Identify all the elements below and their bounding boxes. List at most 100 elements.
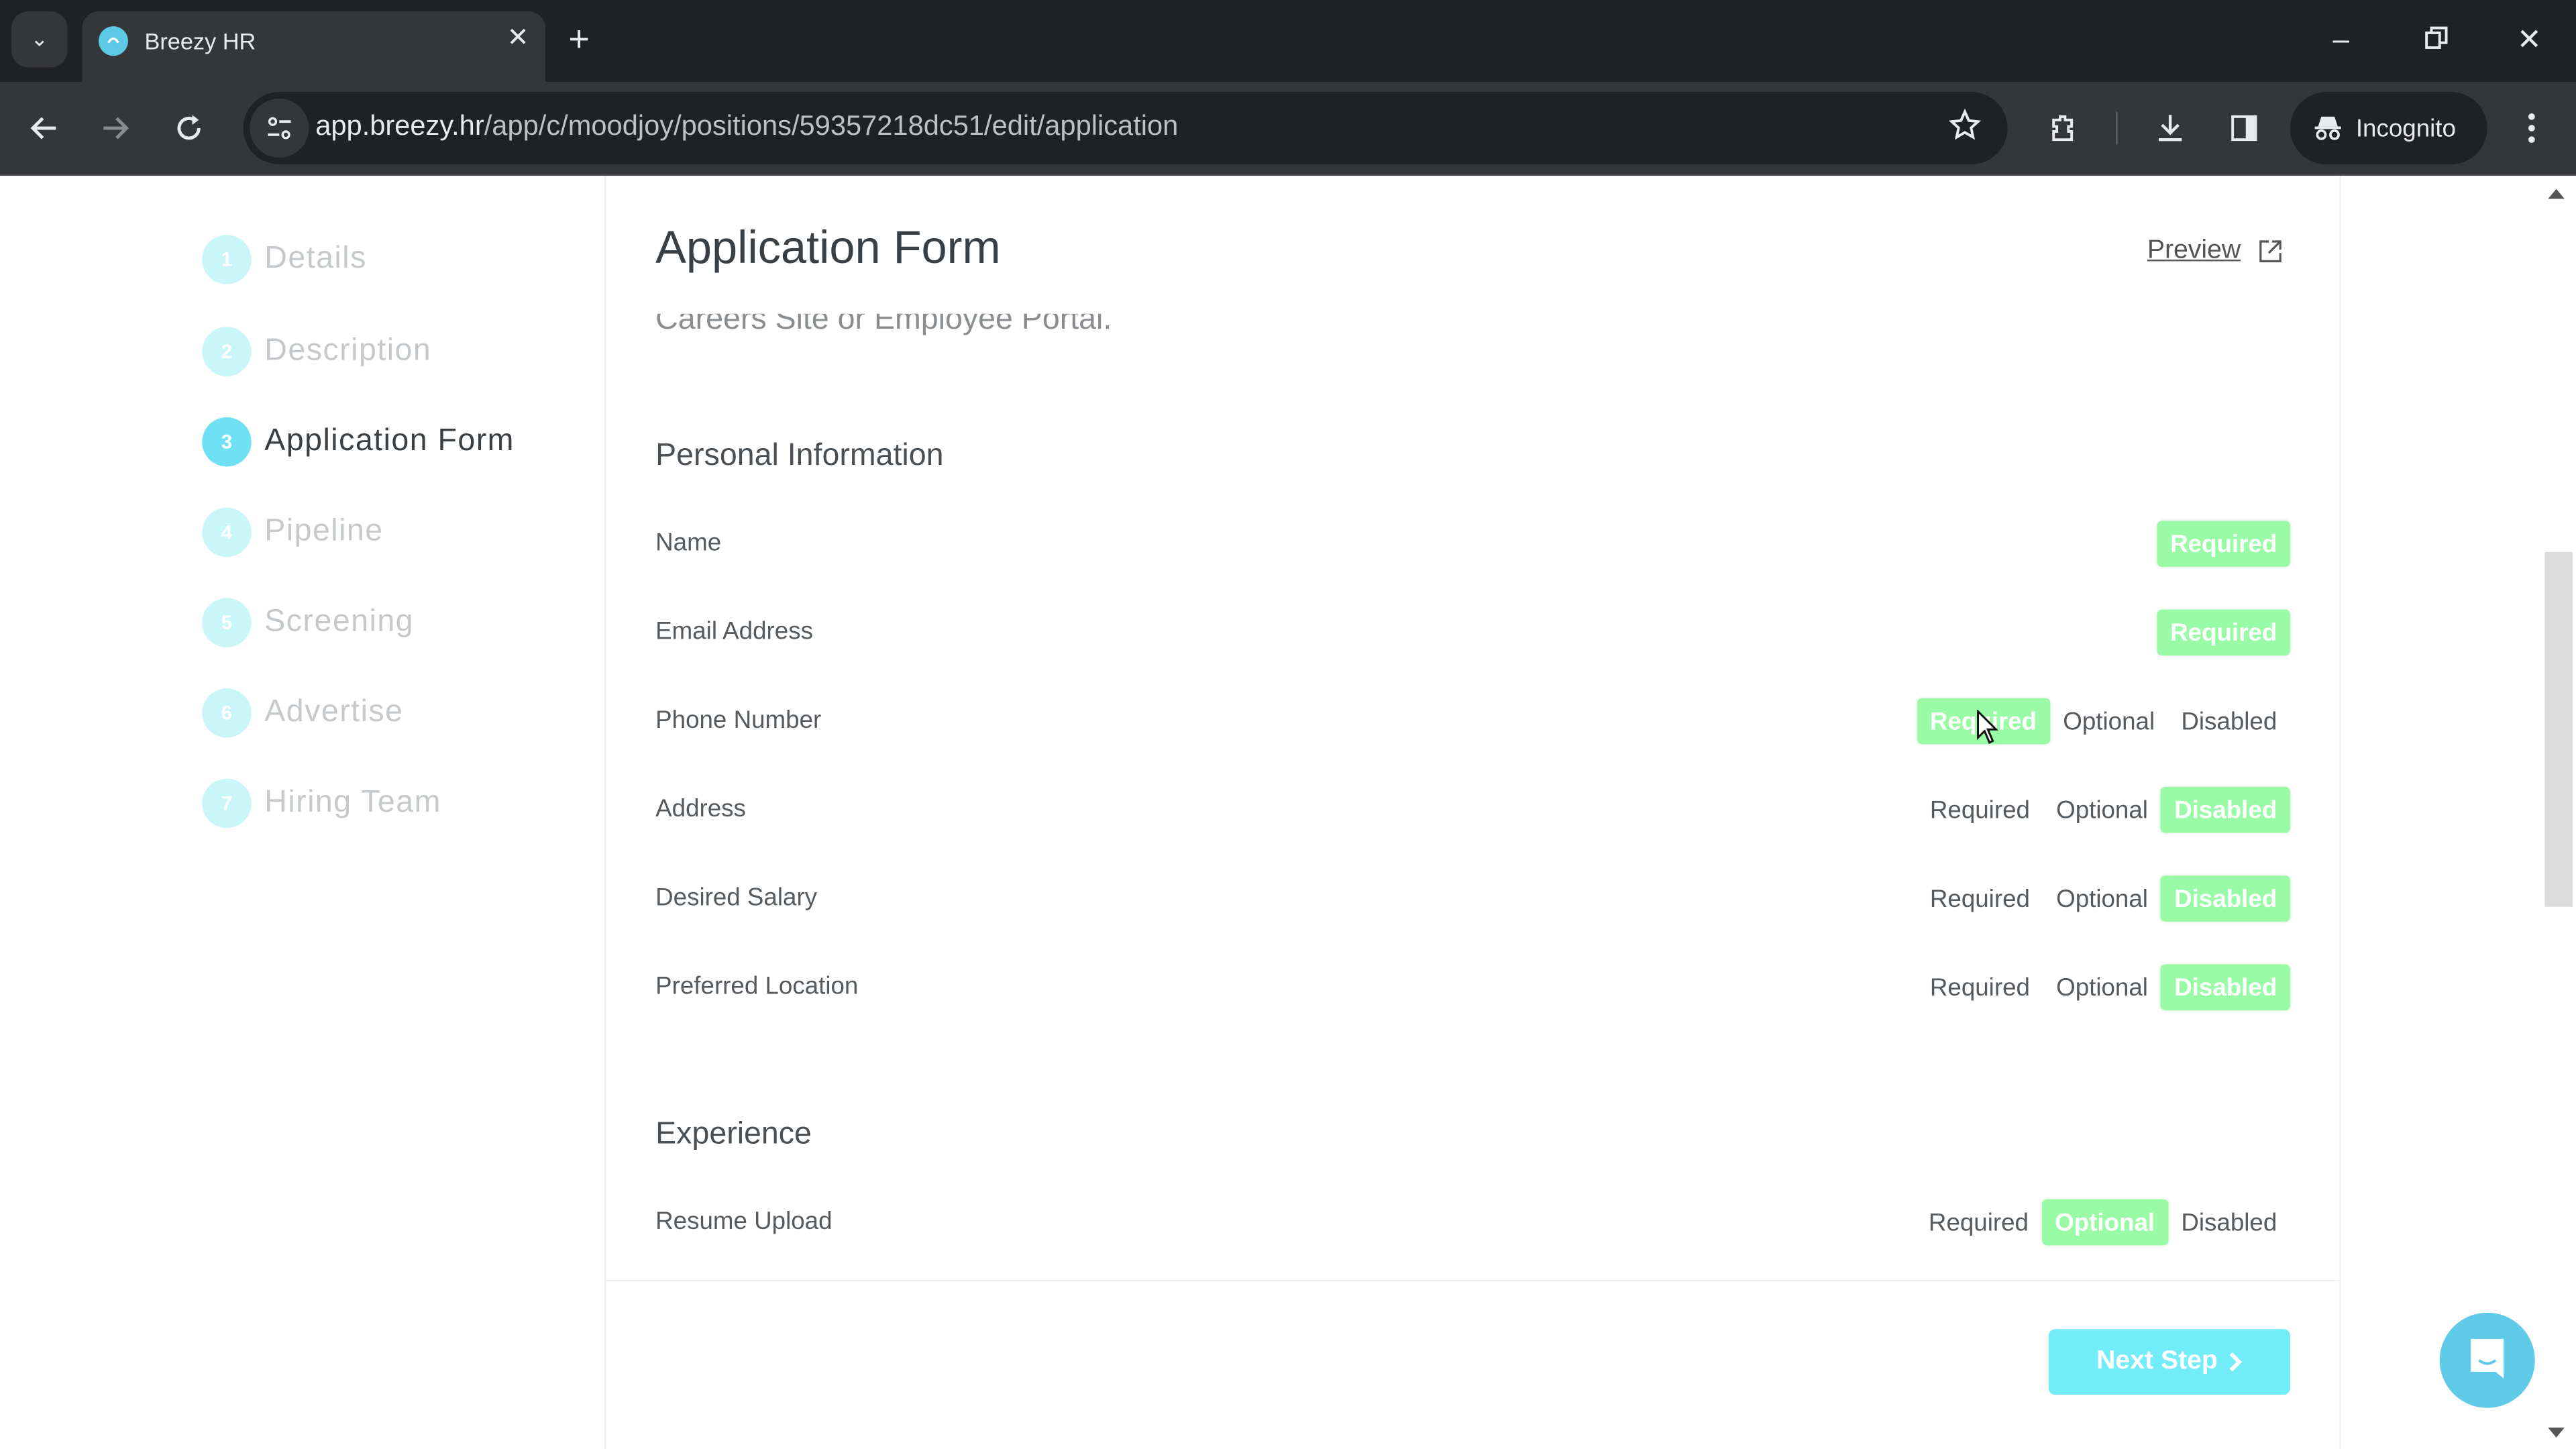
step-label: Application Form bbox=[264, 423, 515, 459]
sidebar-divider bbox=[604, 176, 606, 1449]
step-pipeline[interactable]: 4 Pipeline bbox=[202, 507, 384, 557]
toolbar-separator bbox=[2116, 111, 2118, 145]
incognito-profile-button[interactable]: Incognito bbox=[2290, 92, 2487, 164]
site-settings-icon[interactable] bbox=[250, 98, 309, 158]
page-title: Application Form bbox=[655, 221, 1001, 273]
browser-menu-kebab-icon[interactable] bbox=[2509, 105, 2555, 152]
minimize-icon[interactable]: – bbox=[2333, 19, 2350, 59]
option-optional[interactable]: Optional bbox=[2043, 875, 2161, 922]
mouse-cursor-icon bbox=[1977, 709, 1999, 744]
field-row-preferred-location: Preferred Location Required Optional Dis… bbox=[655, 963, 2290, 1012]
preview-label: Preview bbox=[2147, 236, 2241, 265]
tab-title: Breezy HR bbox=[144, 28, 256, 54]
step-advertise[interactable]: 6 Advertise bbox=[202, 688, 404, 738]
option-toggle-group: Required Optional Disabled bbox=[1917, 874, 2290, 923]
step-label: Description bbox=[264, 333, 432, 368]
option-required[interactable]: Required bbox=[2157, 609, 2290, 656]
chat-support-button[interactable] bbox=[2439, 1312, 2535, 1408]
field-label: Email Address bbox=[655, 617, 813, 646]
screen: ⌄ Breezy HR ✕ + – ✕ app.breezy.hr/app/c/… bbox=[0, 0, 2576, 1449]
step-number-badge: 6 bbox=[202, 688, 252, 738]
step-label: Details bbox=[264, 241, 367, 276]
option-optional[interactable]: Optional bbox=[2043, 787, 2161, 833]
option-required[interactable]: Required bbox=[1917, 965, 2043, 1011]
scroll-down-arrow-icon[interactable] bbox=[2548, 1428, 2565, 1438]
field-row-name: Name Required bbox=[655, 519, 2290, 568]
field-label: Phone Number bbox=[655, 706, 822, 735]
option-required[interactable]: Required bbox=[1917, 787, 2043, 833]
step-number-badge: 2 bbox=[202, 327, 252, 376]
option-optional[interactable]: Optional bbox=[2050, 698, 2168, 745]
option-toggle-group: Required Optional Disabled bbox=[1917, 786, 2290, 835]
url-path: /app/c/moodjoy/positions/59357218dc51/ed… bbox=[484, 110, 1179, 142]
form-description-text: Careers Site or Employee Portal. bbox=[655, 313, 1112, 337]
step-label: Pipeline bbox=[264, 514, 384, 549]
close-window-icon[interactable]: ✕ bbox=[2517, 19, 2542, 59]
field-label: Address bbox=[655, 795, 746, 823]
step-number-badge: 4 bbox=[202, 507, 252, 557]
option-disabled[interactable]: Disabled bbox=[2168, 1199, 2290, 1246]
field-label: Resume Upload bbox=[655, 1208, 833, 1236]
option-required[interactable]: Required bbox=[1917, 875, 2043, 922]
forward-arrow-icon[interactable] bbox=[92, 105, 138, 152]
step-label: Advertise bbox=[264, 694, 404, 730]
option-disabled[interactable]: Disabled bbox=[2168, 698, 2290, 745]
field-row-email-address: Email Address Required bbox=[655, 608, 2290, 657]
chevron-right-icon bbox=[2229, 1352, 2242, 1372]
incognito-icon bbox=[2314, 116, 2341, 140]
back-arrow-icon[interactable] bbox=[21, 105, 68, 152]
restore-window-icon[interactable] bbox=[2425, 19, 2448, 59]
option-toggle-group: Required Optional Disabled bbox=[1917, 696, 2290, 745]
option-required[interactable]: Required bbox=[1915, 1199, 2041, 1246]
option-disabled[interactable]: Disabled bbox=[2161, 787, 2290, 833]
download-icon[interactable] bbox=[2147, 105, 2194, 152]
option-optional[interactable]: Optional bbox=[2041, 1199, 2168, 1246]
reload-icon[interactable] bbox=[166, 105, 212, 152]
field-label: Preferred Location bbox=[655, 972, 859, 1001]
scroll-up-arrow-icon[interactable] bbox=[2548, 189, 2565, 199]
step-screening[interactable]: 5 Screening bbox=[202, 598, 414, 647]
step-hiring-team[interactable]: 7 Hiring Team bbox=[202, 778, 441, 828]
external-link-icon bbox=[2259, 240, 2282, 262]
footer-divider bbox=[606, 1279, 2340, 1282]
chevron-down-icon: ⌄ bbox=[30, 26, 49, 51]
browser-toolbar: app.breezy.hr/app/c/moodjoy/positions/59… bbox=[0, 82, 2576, 176]
section-title-personal-information: Personal Information bbox=[655, 438, 944, 474]
extensions-icon[interactable] bbox=[2041, 105, 2087, 152]
step-number-badge: 3 bbox=[202, 417, 252, 467]
preview-link[interactable]: Preview bbox=[2147, 237, 2284, 266]
close-tab-icon[interactable]: ✕ bbox=[507, 23, 529, 56]
option-optional[interactable]: Optional bbox=[2043, 965, 2161, 1011]
option-toggle-group: Required bbox=[2157, 519, 2290, 568]
url-text[interactable]: app.breezy.hr/app/c/moodjoy/positions/59… bbox=[315, 110, 1178, 143]
option-disabled[interactable]: Disabled bbox=[2161, 875, 2290, 922]
browser-tab-bar: ⌄ Breezy HR ✕ + – ✕ bbox=[0, 0, 2576, 83]
step-description[interactable]: 2 Description bbox=[202, 327, 431, 376]
side-panel-icon[interactable] bbox=[2221, 105, 2267, 152]
field-label: Name bbox=[655, 529, 722, 557]
step-number-badge: 1 bbox=[202, 235, 252, 284]
address-bar[interactable]: app.breezy.hr/app/c/moodjoy/positions/59… bbox=[243, 92, 2008, 164]
option-toggle-group: Required bbox=[2157, 608, 2290, 657]
url-host: app.breezy.hr bbox=[315, 110, 484, 142]
bookmark-star-icon[interactable] bbox=[1948, 108, 1982, 150]
step-details[interactable]: 1 Details bbox=[202, 235, 367, 284]
tab-search-button[interactable]: ⌄ bbox=[11, 11, 68, 68]
content-right-border bbox=[2339, 176, 2341, 1449]
field-label: Desired Salary bbox=[655, 883, 818, 912]
option-toggle-group: Required Optional Disabled bbox=[1917, 963, 2290, 1012]
scrollbar-thumb[interactable] bbox=[2544, 551, 2573, 907]
step-label: Screening bbox=[264, 604, 415, 639]
next-step-button[interactable]: Next Step bbox=[2048, 1329, 2290, 1395]
field-row-resume-upload: Resume Upload Required Optional Disabled bbox=[655, 1197, 2290, 1246]
incognito-label: Incognito bbox=[2355, 114, 2456, 142]
chat-bubble-icon bbox=[2471, 1338, 2504, 1379]
browser-tab[interactable]: Breezy HR ✕ bbox=[82, 11, 546, 83]
option-required[interactable]: Required bbox=[2157, 521, 2290, 567]
new-tab-plus-icon[interactable]: + bbox=[568, 19, 589, 59]
option-disabled[interactable]: Disabled bbox=[2161, 964, 2290, 1011]
breezy-favicon-icon bbox=[98, 26, 129, 56]
option-toggle-group: Required Optional Disabled bbox=[1915, 1197, 2290, 1246]
field-row-desired-salary: Desired Salary Required Optional Disable… bbox=[655, 874, 2290, 923]
step-application-form[interactable]: 3 Application Form bbox=[202, 417, 515, 467]
